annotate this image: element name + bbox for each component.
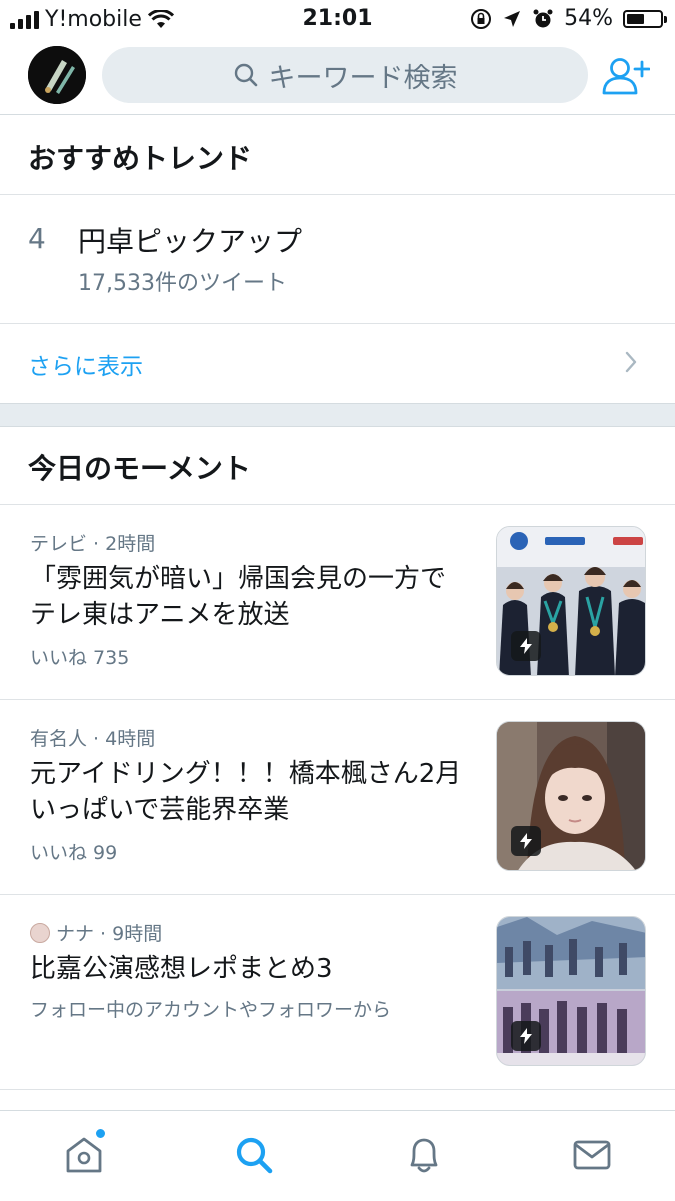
show-more-link[interactable]: さらに表示 — [28, 347, 143, 381]
moment-item[interactable]: ナナ · 9時間 比嘉公演感想レポまとめ3 フォロー中のアカウントやフォロワーか… — [0, 895, 675, 1089]
search-bar[interactable]: キーワード検索 — [102, 47, 588, 103]
avatar[interactable] — [28, 46, 86, 104]
moment-thumbnail — [496, 526, 646, 676]
battery-percent: 54% — [564, 6, 613, 31]
moment-thumbnail — [496, 721, 646, 871]
divider — [0, 1089, 675, 1090]
trends-heading: おすすめトレンド — [28, 142, 253, 175]
moment-bolt-icon — [511, 1021, 541, 1051]
status-right-group: 54% — [470, 6, 667, 31]
avatar-image — [28, 46, 86, 104]
moment-bolt-icon — [511, 631, 541, 661]
top-navigation: キーワード検索 — [0, 38, 675, 115]
divider — [0, 194, 675, 195]
moment-title: 比嘉公演感想レポまとめ3 — [30, 954, 333, 984]
moment-likes: いいね 735 — [30, 647, 130, 669]
trend-tweet-count: 17,533件のツイート — [78, 271, 287, 296]
author-avatar — [30, 922, 50, 943]
moment-meta: ナナ · 9時間 — [30, 919, 162, 946]
orientation-lock-icon — [471, 8, 492, 29]
moment-thumbnail — [496, 916, 646, 1066]
moment-item[interactable]: 有名人 · 4時間 元アイドリング！！！橋本楓さん2月いっぱいで芸能界卒業 いい… — [0, 700, 675, 894]
search-icon — [234, 63, 257, 87]
chevron-right-icon — [625, 351, 637, 373]
status-bar: Y!mobile 21:01 54% — [0, 0, 675, 38]
moment-meta: 有名人 · 4時間 — [30, 728, 156, 750]
tab-bar — [0, 1110, 675, 1201]
trend-rank: 4 — [28, 222, 46, 255]
search-icon[interactable] — [232, 1133, 276, 1177]
battery-icon — [623, 9, 667, 28]
moment-meta: テレビ · 2時間 — [30, 533, 156, 555]
section-separator — [0, 403, 675, 427]
moment-title: 元アイドリング！！！橋本楓さん2月いっぱいで芸能界卒業 — [30, 759, 462, 825]
moment-source: フォロー中のアカウントやフォロワーから — [30, 999, 392, 1021]
messages-icon[interactable] — [570, 1133, 614, 1177]
trend-name: 円卓ピックアップ — [78, 225, 303, 258]
notifications-icon[interactable] — [402, 1133, 446, 1177]
home-notification-dot — [94, 1127, 107, 1140]
add-user-icon[interactable] — [600, 56, 650, 96]
moment-meta-text: ナナ · 9時間 — [56, 923, 163, 945]
moment-title: 「雰囲気が暗い」帰国会見の一方でテレ東はアニメを放送 — [30, 564, 447, 630]
moment-bolt-icon — [511, 826, 541, 856]
search-placeholder: キーワード検索 — [268, 62, 458, 94]
alarm-icon — [533, 9, 553, 27]
moment-item[interactable]: テレビ · 2時間 「雰囲気が暗い」帰国会見の一方でテレ東はアニメを放送 いいね… — [0, 505, 675, 699]
moment-likes: いいね 99 — [30, 842, 118, 864]
moments-heading: 今日のモーメント — [28, 452, 251, 485]
divider — [0, 323, 675, 324]
location-icon — [504, 10, 521, 27]
